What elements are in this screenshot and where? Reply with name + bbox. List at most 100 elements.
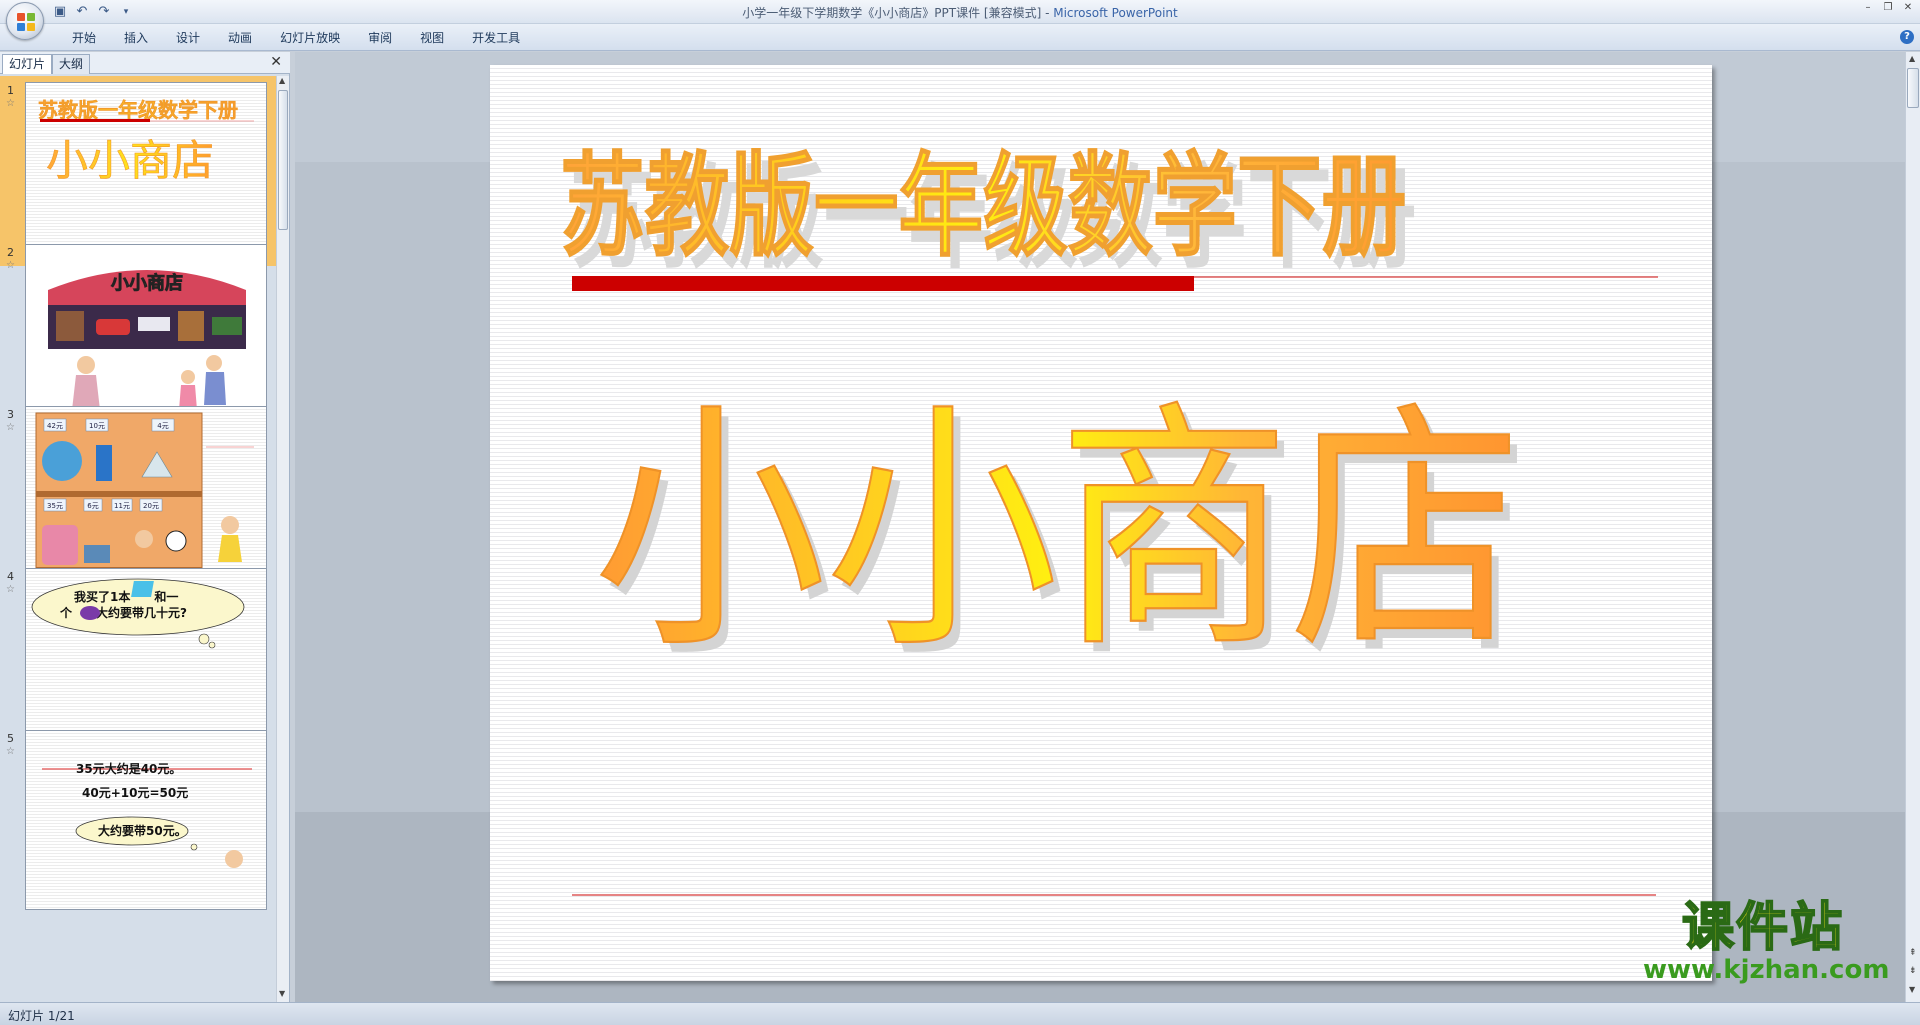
office-logo-icon <box>17 13 35 31</box>
thumbnail-preview: 苏教版一年级数学下册 小小商店 <box>25 82 267 262</box>
minimize-icon[interactable]: – <box>1862 2 1874 14</box>
girl-body <box>218 535 242 562</box>
thumbnail-preview: 42元 10元 4元 35元 6元 11元 20元 <box>25 406 267 586</box>
slide-counter: 幻灯片 1/21 <box>8 1009 75 1023</box>
tab-slides[interactable]: 幻灯片 <box>2 54 53 74</box>
toy-car-icon <box>96 319 130 335</box>
thumbnail-title: 小小商店 <box>46 136 214 185</box>
toy-car-icon <box>84 545 110 563</box>
thumbnail-3-graphic: 42元 10元 4元 35元 6元 11元 20元 <box>35 412 254 584</box>
watermark-url: www.kjzhan.com <box>1643 955 1890 985</box>
thumbnail-number: 5 <box>7 732 14 745</box>
help-icon[interactable]: ? <box>1900 30 1914 44</box>
tab-slide-show[interactable]: 幻灯片放映 <box>266 29 354 47</box>
panda-icon <box>165 530 187 552</box>
bubble-dot <box>190 843 198 851</box>
child-icon <box>206 355 222 371</box>
bubble-text-line2: 个 大约要带几十元? <box>59 605 187 620</box>
toy-bear-2-icon <box>178 311 204 341</box>
price-tag-label: 11元 <box>114 502 130 510</box>
watermark: 课件站 www.kjzhan.com <box>1643 898 1890 985</box>
schoolbag-icon <box>42 525 78 565</box>
office-button[interactable] <box>6 2 44 40</box>
price-tag-label: 10元 <box>89 422 105 430</box>
toy-plane-icon <box>138 317 170 331</box>
thumbnail-text-line1: 35元大约是40元。 <box>76 761 181 776</box>
watermark-title: 课件站 <box>1681 898 1844 958</box>
thumbnail-number: 3 <box>7 408 14 421</box>
book-icon <box>131 581 154 597</box>
price-tag-label: 4元 <box>157 422 168 430</box>
animation-star-icon: ☆ <box>6 746 15 757</box>
animation-star-icon: ☆ <box>6 584 15 595</box>
previous-slide-icon[interactable]: ⇞ <box>1909 948 1917 958</box>
window-controls: – ❐ ✕ <box>1862 2 1914 14</box>
slide-scroll-thumb[interactable] <box>1907 68 1919 108</box>
ribbon: 开始 插入 设计 动画 幻灯片放映 审阅 视图 开发工具 ? <box>0 24 1920 51</box>
thumbnail-scrollbar[interactable]: ▲ ▼ <box>276 76 289 1002</box>
bubble-dot <box>198 633 210 645</box>
thumbnail-list: 1 ☆ 苏教版一年级数学下册 小小商店 2 ☆ 小小商店 3 ☆ 42元 10元… <box>0 76 276 1002</box>
price-tag-label: 35元 <box>47 502 63 510</box>
thumbnail-text-line3: 大约要带50元。 <box>98 823 187 838</box>
girl-icon <box>225 850 243 868</box>
scroll-up-icon[interactable]: ▲ <box>1909 54 1915 63</box>
tab-animations[interactable]: 动画 <box>214 29 266 47</box>
pane-tabs: 幻灯片 大纲 ✕ <box>0 52 290 74</box>
thumbnail-scroll-thumb[interactable] <box>278 90 288 230</box>
thumbnail-text-line2: 40元+10元=50元 <box>82 786 188 800</box>
title-separator: - <box>1041 6 1054 20</box>
slide-thumbnail[interactable]: 5 ☆ 35元大约是40元。 40元+10元=50元 大约要带50元。 <box>0 724 276 914</box>
tab-review[interactable]: 审阅 <box>354 29 406 47</box>
thumbnail-4-graphic: 我买了1本 和一 个 大约要带几十元? <box>31 578 252 735</box>
thumbnail-number: 4 <box>7 570 14 583</box>
animation-star-icon: ☆ <box>6 98 15 109</box>
shop-sign: 小小商店 <box>111 272 183 294</box>
slide-title[interactable]: 小小商店 <box>593 379 1523 684</box>
tab-home[interactable]: 开始 <box>58 29 110 47</box>
book-icon <box>96 445 112 481</box>
thumbnail-5-graphic: 35元大约是40元。 40元+10元=50元 大约要带50元。 <box>42 761 252 868</box>
scroll-down-icon[interactable]: ▼ <box>1909 985 1915 994</box>
thumbnail-1-graphic: 苏教版一年级数学下册 小小商店 <box>38 98 254 249</box>
price-tag-label: 6元 <box>87 502 98 510</box>
slide-subtitle[interactable]: 苏教版一年级数学下册 <box>559 142 1407 273</box>
slide-scrollbar[interactable]: ▲ ⇞ ⇟ ▼ <box>1905 52 1920 1002</box>
restore-icon[interactable]: ❐ <box>1882 2 1894 14</box>
window-title: 小学一年级下学期数学《小小商店》PPT课件 [兼容模式] - Microsoft… <box>0 4 1920 21</box>
current-slide[interactable]: 苏教版一年级数学下册 苏教版一年级数学下册 小小商店 小小商店 <box>490 65 1712 981</box>
thumbnail-preview: 35元大约是40元。 40元+10元=50元 大约要带50元。 <box>25 730 267 910</box>
title-bar: ▣ ↶ ↷ ▾ 小学一年级下学期数学《小小商店》PPT课件 [兼容模式] - M… <box>0 0 1920 24</box>
close-pane-icon[interactable]: ✕ <box>270 54 282 70</box>
tab-insert[interactable]: 插入 <box>110 29 162 47</box>
toy-tank-icon <box>212 317 242 335</box>
close-icon[interactable]: ✕ <box>1902 2 1914 14</box>
next-slide-icon[interactable]: ⇟ <box>1909 966 1917 976</box>
shelf-board <box>36 491 202 497</box>
scroll-down-icon[interactable]: ▼ <box>279 989 285 998</box>
thumbnail-preview: 小小商店 <box>25 244 267 424</box>
bubble-dot <box>208 641 216 649</box>
thumbnail-number: 1 <box>7 84 14 97</box>
tab-design[interactable]: 设计 <box>162 29 214 47</box>
thumbnail-red-bar <box>40 119 150 122</box>
person-icon <box>77 356 95 374</box>
thumbnail-preview: 我买了1本 和一 个 大约要带几十元? <box>25 568 267 748</box>
thumbnail-subtitle: 苏教版一年级数学下册 <box>38 98 238 122</box>
tab-outline[interactable]: 大纲 <box>52 54 91 74</box>
tab-developer[interactable]: 开发工具 <box>458 29 534 47</box>
slide-editor: 苏教版一年级数学下册 苏教版一年级数学下册 小小商店 小小商店 课件站 www.… <box>295 52 1905 1002</box>
status-bar: 幻灯片 1/21 <box>0 1002 1920 1025</box>
scroll-up-icon[interactable]: ▲ <box>279 76 285 85</box>
powerpoint-window: ▣ ↶ ↷ ▾ 小学一年级下学期数学《小小商店》PPT课件 [兼容模式] - M… <box>0 0 1920 1025</box>
tab-view[interactable]: 视图 <box>406 29 458 47</box>
slides-pane: 幻灯片 大纲 ✕ 1 ☆ 苏教版一年级数学下册 小小商店 2 ☆ 小小商店 3 … <box>0 52 290 1002</box>
bubble-text-line1: 我买了1本 和一 <box>74 589 178 604</box>
child-2-icon <box>181 370 195 384</box>
toy-car-icon <box>80 606 100 620</box>
animation-star-icon: ☆ <box>6 260 15 271</box>
toy-bear-icon <box>56 311 84 341</box>
thumbnail-2-graphic: 小小商店 <box>48 270 246 410</box>
app-name: Microsoft PowerPoint <box>1053 6 1178 20</box>
thumbnail-number: 2 <box>7 246 14 259</box>
